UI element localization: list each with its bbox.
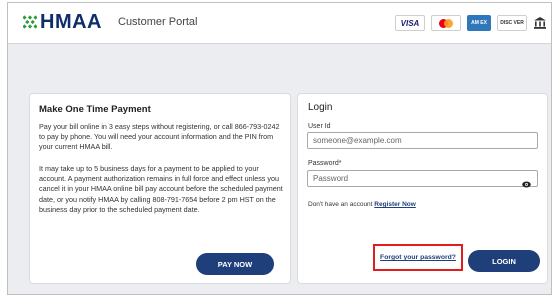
password-label: Password* — [308, 160, 342, 167]
payment-disclaimer: It may take up to 5 business days for a … — [39, 164, 283, 214]
amex-icon: AM EX — [467, 15, 491, 31]
payment-card-logos: VISA AM EX DISC VER — [395, 15, 547, 31]
password-input[interactable] — [307, 170, 538, 187]
app-window: HMAA Customer Portal VISA AM EX DISC VER — [7, 2, 552, 295]
visa-icon: VISA — [395, 15, 425, 31]
hmaa-logo-icon — [23, 15, 37, 29]
pay-now-button[interactable]: PAY NOW — [196, 253, 274, 275]
login-title: Login — [308, 102, 333, 113]
forgot-password-link[interactable]: Forgot your password? — [380, 254, 456, 261]
portal-title: Customer Portal — [118, 16, 198, 28]
forgot-password-highlight: Forgot your password? — [373, 244, 463, 271]
register-now-link[interactable]: Register Now — [374, 201, 416, 208]
no-account-text: Don't have an account — [308, 201, 373, 208]
payment-title: Make One Time Payment — [39, 104, 151, 115]
logo-text: HMAA — [40, 11, 102, 33]
bank-icon — [533, 16, 547, 30]
top-bar: HMAA Customer Portal VISA AM EX DISC VER — [8, 3, 551, 44]
register-prompt: Don't have an account Register Now — [308, 201, 416, 208]
show-password-eye-icon[interactable] — [522, 175, 531, 188]
mastercard-icon — [431, 15, 461, 31]
login-panel: Login User Id Password* Don't have an ac… — [297, 93, 548, 284]
payment-instructions: Pay your bill online in 3 easy steps wit… — [39, 122, 280, 152]
user-id-label: User Id — [308, 123, 331, 130]
user-id-input[interactable] — [307, 132, 538, 149]
one-time-payment-panel: Make One Time Payment Pay your bill onli… — [29, 93, 291, 284]
discover-icon: DISC VER — [497, 15, 527, 31]
hmaa-logo[interactable]: HMAA — [23, 12, 102, 32]
login-button[interactable]: LOGIN — [468, 250, 540, 272]
